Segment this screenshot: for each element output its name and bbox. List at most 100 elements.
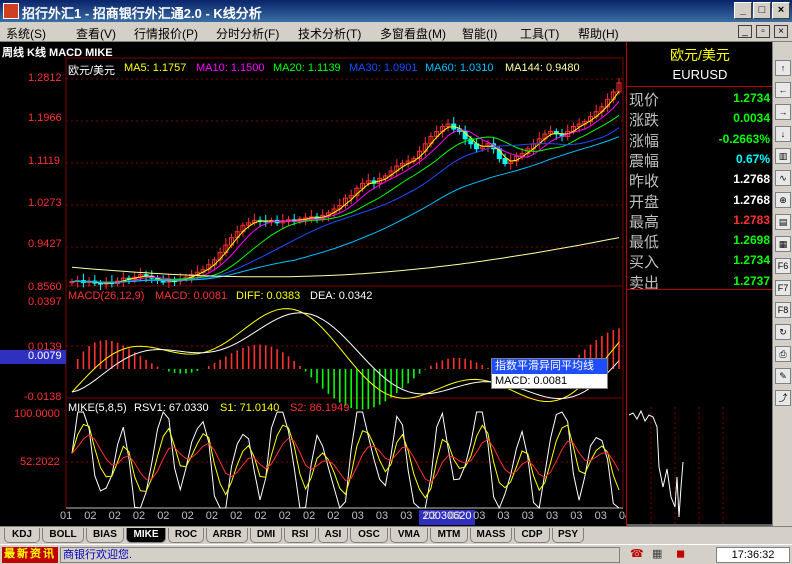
legend-rsv1: RSV1: 67.0330 (134, 402, 209, 414)
menu-multiwindow[interactable]: 多窗看盘(M) (380, 25, 446, 42)
maximize-button[interactable]: □ (753, 2, 771, 19)
kline-ytick: 1.1119 (28, 155, 61, 167)
x-axis-label: 03 (497, 510, 510, 522)
f7-icon[interactable]: F7 (775, 280, 791, 296)
x-axis-label: 02 (278, 510, 291, 522)
quote-row: 震幅 0.67% (629, 149, 772, 170)
x-axis-label: 03 (594, 510, 607, 522)
tab-mtm[interactable]: MTM (430, 528, 468, 543)
tab-cdp[interactable]: CDP (514, 528, 550, 543)
tab-mike[interactable]: MIKE (126, 528, 166, 543)
arrow-right-icon[interactable]: → (775, 104, 791, 120)
zoom-icon[interactable]: ⊕ (775, 192, 791, 208)
mike-title: MIKE(5,8,5) (68, 402, 127, 414)
arrow-down-icon[interactable]: ↓ (775, 126, 791, 142)
title-bar: 招行外汇1 - 招商银行外汇通2.0 - K线分析 _ □ × (0, 0, 792, 22)
tooltip-value: MACD: 0.0081 (495, 375, 568, 387)
chart-area[interactable]: 周线 K线 MACD MIKE 欧元/美元 MA5: 1.1757 MA10: … (0, 42, 631, 526)
tab-kdj[interactable]: KDJ (4, 528, 40, 543)
mike-frame (65, 397, 624, 509)
quote-row: 买入 1.2734 (629, 250, 772, 272)
news-logo[interactable]: 最新资讯 (2, 547, 58, 563)
x-axis-label: 02 (132, 510, 146, 522)
tab-asi[interactable]: ASI (318, 528, 348, 543)
quote-row: 涨幅 -0.2663% (629, 129, 772, 150)
menu-help[interactable]: 帮助(H) (578, 25, 619, 42)
x-axis-label: 03 (473, 510, 486, 522)
quote-panel: 欧元/美元 EURUSD 现价 1.2734 涨跌 0.0034 涨幅 -0.2663% 震… (626, 42, 773, 540)
tab-osc[interactable]: OSC (350, 528, 388, 543)
x-axis-label: 03 (424, 510, 437, 522)
mdi-restore-button[interactable]: ▫ (756, 25, 770, 38)
quote-row: 开盘 1.2768 (629, 190, 772, 211)
menu-intraday[interactable]: 分时分析(F) (216, 25, 279, 42)
mdi-minimize-button[interactable]: _ (738, 25, 752, 38)
quote-label: 开盘 (629, 193, 660, 211)
minimize-button[interactable]: _ (734, 2, 752, 19)
x-axis-label: 03 (570, 510, 583, 522)
x-axis-label: 02 (327, 510, 340, 522)
exit-icon[interactable]: ⤴ (775, 390, 791, 406)
menu-bar: 系统(S) 查看(V) 行情报价(P) 分时分析(F) 技术分析(T) 多窗看盘… (0, 22, 792, 42)
mdi-close-button[interactable]: × (774, 25, 788, 38)
menu-technical[interactable]: 技术分析(T) (298, 25, 361, 42)
legend-diff: DIFF: 0.0383 (236, 290, 301, 302)
kline-title: 欧元/美元 (68, 65, 116, 77)
x-axis-label: 02 (84, 510, 97, 522)
quote-value: 1.2698 (733, 233, 770, 248)
f6-icon[interactable]: F6 (775, 258, 791, 274)
tab-vma[interactable]: VMA (390, 528, 428, 543)
tab-boll[interactable]: BOLL (42, 528, 84, 543)
intraday-mini-chart[interactable] (627, 407, 773, 527)
f8-icon[interactable]: F8 (775, 302, 791, 318)
quote-row: 最高 1.2783 (629, 210, 772, 231)
line-icon[interactable]: ∿ (775, 170, 791, 186)
tab-psy[interactable]: PSY (552, 528, 584, 543)
tab-arbr[interactable]: ARBR (206, 528, 248, 543)
quote-value: 1.2768 (733, 192, 770, 207)
quote-value: 1.2768 (733, 172, 770, 187)
print-icon[interactable]: ⎙ (775, 346, 791, 362)
arrow-left-icon[interactable]: ← (775, 82, 791, 98)
x-axis-label: 02 (205, 510, 219, 522)
x-axis-label: 03 (448, 510, 462, 522)
kline-ytick: 0.8560 (28, 281, 62, 293)
right-toolbar: ↑ ← → ↓ ▥ ∿ ⊕ ▤ ▦ F6 F7 F8 ↻ ⎙ ✎ ⤴ (772, 42, 792, 526)
legend-ma10: MA10: 1.1500 (196, 62, 265, 74)
tab-rsi[interactable]: RSI (284, 528, 316, 543)
quote-label: 最高 (629, 213, 660, 231)
menu-tools[interactable]: 工具(T) (520, 25, 559, 42)
chart-svg[interactable] (0, 42, 626, 526)
tab-bias[interactable]: BIAS (86, 528, 124, 543)
quote-name: 欧元/美元 (670, 47, 730, 63)
x-axis-label: 03 (351, 510, 364, 522)
quote-row: 卖出 1.2737 (629, 271, 772, 292)
tab-dmi[interactable]: DMI (250, 528, 282, 543)
tab-roc[interactable]: ROC (168, 528, 204, 543)
app-window: 招行外汇1 - 招商银行外汇通2.0 - K线分析 _ □ × 系统(S) 查看… (0, 0, 792, 564)
tool-icon[interactable]: ✎ (775, 368, 791, 384)
close-button[interactable]: × (772, 2, 790, 19)
ma-line-ma5 (71, 91, 620, 284)
refresh-icon[interactable]: ↻ (775, 324, 791, 340)
bar-icon[interactable]: ▤ (775, 214, 791, 230)
news-ticker[interactable]: 商银行欢迎您. (60, 547, 620, 563)
legend-ma144: MA144: 0.9480 (505, 62, 580, 74)
grid-icon[interactable]: ▦ (775, 236, 791, 252)
mike-s2-line (71, 433, 620, 483)
quote-label: 买入 (629, 254, 660, 272)
arrow-up-icon[interactable]: ↑ (775, 60, 791, 76)
menu-quotes[interactable]: 行情报价(P) (134, 25, 198, 42)
menu-system[interactable]: 系统(S) (6, 25, 46, 42)
menu-view[interactable]: 查看(V) (76, 25, 116, 42)
candle-icon[interactable]: ▥ (775, 148, 791, 164)
alert-icon[interactable]: ☎ (630, 547, 646, 563)
ma-line-ma144 (71, 237, 620, 278)
menu-smart[interactable]: 智能(I) (462, 25, 497, 42)
x-axis-label: 02 (254, 510, 267, 522)
macd-ytick: -0.0138 (24, 391, 62, 403)
tab-mass[interactable]: MASS (470, 528, 512, 543)
x-axis-label: 02 (181, 510, 194, 522)
macd-tooltip: 指数平滑异同平均线 MACD: 0.0081 (491, 358, 608, 389)
ma-line-ma10 (71, 101, 620, 284)
